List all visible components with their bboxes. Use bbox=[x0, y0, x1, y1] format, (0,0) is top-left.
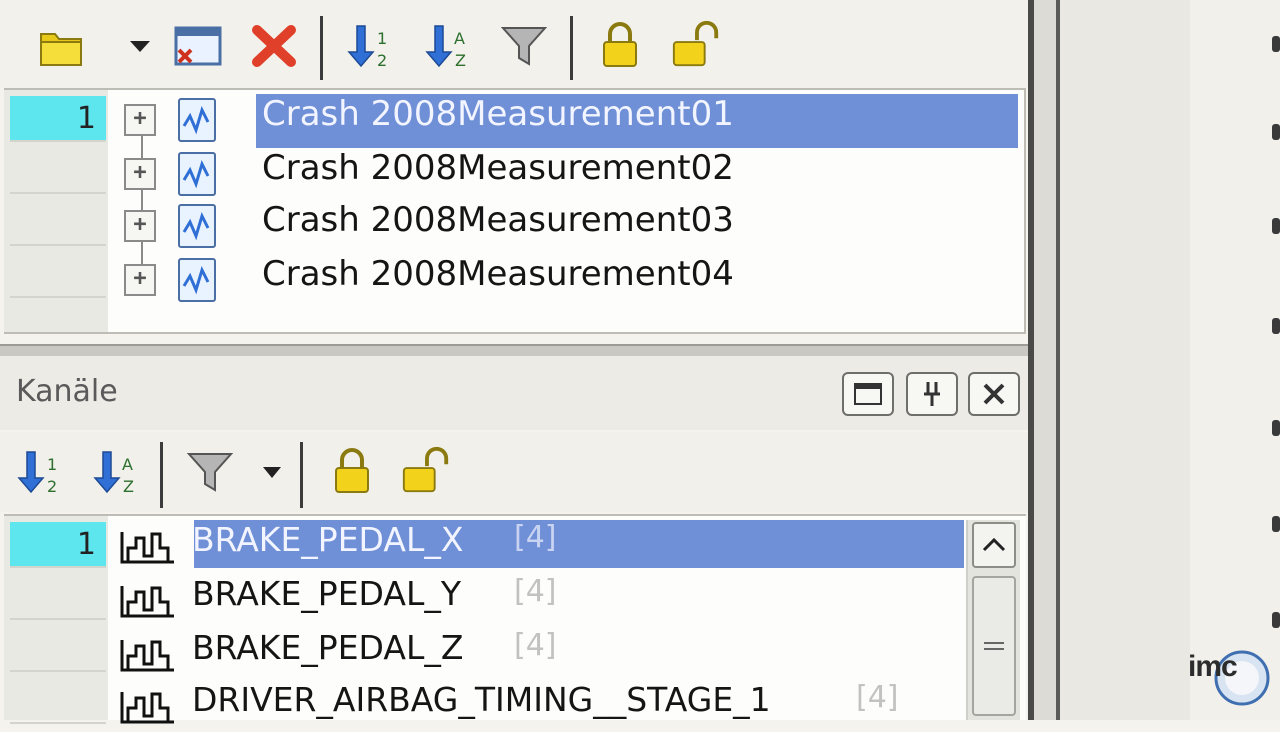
lock-icon[interactable] bbox=[326, 444, 378, 496]
channel-item[interactable]: BRAKE_PEDAL_Y [4] bbox=[116, 574, 966, 626]
lock-icon[interactable] bbox=[594, 18, 646, 70]
channel-size: [4] bbox=[514, 628, 557, 663]
channel-name[interactable]: BRAKE_PEDAL_Z bbox=[190, 628, 463, 680]
channel-waveform-icon bbox=[118, 688, 178, 726]
vertical-divider-gap bbox=[1034, 0, 1056, 720]
svg-text:1: 1 bbox=[377, 29, 387, 48]
row-number[interactable] bbox=[10, 626, 106, 672]
unlock-icon[interactable] bbox=[400, 444, 452, 496]
row-number[interactable] bbox=[10, 148, 106, 194]
side-tick bbox=[1272, 124, 1280, 140]
side-tick bbox=[1272, 218, 1280, 234]
row-number[interactable] bbox=[10, 252, 106, 298]
channel-waveform-icon bbox=[118, 582, 178, 620]
row-number[interactable] bbox=[10, 200, 106, 246]
channels-panel-header: Kanäle bbox=[0, 356, 1028, 430]
channel-name[interactable]: BRAKE_PEDAL_Y bbox=[190, 574, 461, 626]
dropdown-arrow-icon[interactable] bbox=[252, 446, 292, 498]
maximize-icon[interactable] bbox=[842, 372, 894, 416]
side-tick bbox=[1272, 420, 1280, 436]
channel-size: [4] bbox=[856, 680, 899, 715]
file-label[interactable]: Crash 2008Measurement03 bbox=[256, 200, 734, 254]
company-logo: imc bbox=[1184, 644, 1272, 714]
channel-name[interactable]: DRIVER_AIRBAG_TIMING__STAGE_1 bbox=[190, 680, 771, 732]
side-panel-strip bbox=[1190, 0, 1280, 720]
svg-text:Z: Z bbox=[123, 477, 134, 496]
expand-icon[interactable]: + bbox=[124, 264, 156, 296]
logo-text: imc bbox=[1188, 650, 1238, 683]
open-folder-icon[interactable] bbox=[36, 20, 88, 72]
unlock-icon[interactable] bbox=[670, 18, 722, 70]
sort-ascending-numeric-icon[interactable]: 12 bbox=[12, 446, 64, 498]
svg-text:A: A bbox=[454, 29, 465, 48]
svg-text:Z: Z bbox=[455, 51, 466, 70]
svg-text:2: 2 bbox=[47, 477, 57, 496]
measurement-file-icon bbox=[178, 258, 216, 302]
channel-item[interactable]: BRAKE_PEDAL_Z [4] bbox=[116, 628, 966, 680]
channel-size: [4] bbox=[514, 520, 557, 555]
expand-icon[interactable]: + bbox=[124, 210, 156, 242]
measurement-file-icon bbox=[178, 98, 216, 142]
files-toolbar: 12 AZ bbox=[0, 0, 1030, 88]
channel-item[interactable]: BRAKE_PEDAL_X [4] bbox=[116, 520, 966, 572]
row-number[interactable] bbox=[10, 574, 106, 620]
side-tick bbox=[1272, 612, 1280, 628]
side-tick bbox=[1272, 36, 1280, 52]
row-number[interactable] bbox=[10, 678, 106, 724]
filter-icon[interactable] bbox=[184, 446, 236, 498]
delete-icon[interactable] bbox=[248, 20, 300, 72]
pin-icon[interactable] bbox=[906, 372, 958, 416]
sort-ascending-alpha-icon[interactable]: AZ bbox=[420, 20, 472, 72]
row-number[interactable]: 1 bbox=[10, 96, 106, 142]
channel-waveform-icon bbox=[118, 528, 178, 566]
vertical-scrollbar[interactable] bbox=[966, 520, 1020, 720]
file-label[interactable]: Crash 2008Measurement02 bbox=[256, 148, 734, 202]
toolbar-separator bbox=[160, 442, 163, 508]
sort-ascending-numeric-icon[interactable]: 12 bbox=[342, 20, 394, 72]
filter-icon[interactable] bbox=[498, 20, 550, 72]
svg-text:1: 1 bbox=[47, 455, 57, 474]
measurement-file-icon bbox=[178, 204, 216, 248]
channel-item[interactable]: DRIVER_AIRBAG_TIMING__STAGE_1 [4] bbox=[116, 680, 966, 732]
vertical-divider bbox=[1056, 0, 1060, 720]
file-label[interactable]: Crash 2008Measurement01 bbox=[256, 94, 1018, 148]
channel-size: [4] bbox=[514, 574, 557, 609]
expand-icon[interactable]: + bbox=[124, 104, 156, 136]
dropdown-arrow-icon[interactable] bbox=[118, 20, 162, 72]
close-icon[interactable] bbox=[968, 372, 1020, 416]
channel-name[interactable]: BRAKE_PEDAL_X bbox=[190, 520, 463, 572]
svg-text:A: A bbox=[122, 455, 133, 474]
channel-waveform-icon bbox=[118, 636, 178, 674]
file-label[interactable]: Crash 2008Measurement04 bbox=[256, 254, 734, 308]
toolbar-separator bbox=[320, 16, 323, 80]
panel-title: Kanäle bbox=[16, 374, 118, 409]
expand-icon[interactable]: + bbox=[124, 158, 156, 190]
close-window-icon[interactable] bbox=[172, 20, 224, 72]
scroll-up-button[interactable] bbox=[972, 522, 1016, 568]
row-number[interactable]: 1 bbox=[10, 522, 106, 568]
toolbar-separator bbox=[300, 442, 303, 508]
measurement-file-icon bbox=[178, 152, 216, 196]
side-tick bbox=[1272, 318, 1280, 334]
sort-ascending-alpha-icon[interactable]: AZ bbox=[88, 446, 140, 498]
toolbar-separator bbox=[570, 16, 573, 80]
svg-text:2: 2 bbox=[377, 51, 387, 70]
channels-toolbar: 12 AZ bbox=[0, 432, 1028, 512]
side-tick bbox=[1272, 516, 1280, 532]
scroll-thumb[interactable] bbox=[972, 576, 1016, 716]
